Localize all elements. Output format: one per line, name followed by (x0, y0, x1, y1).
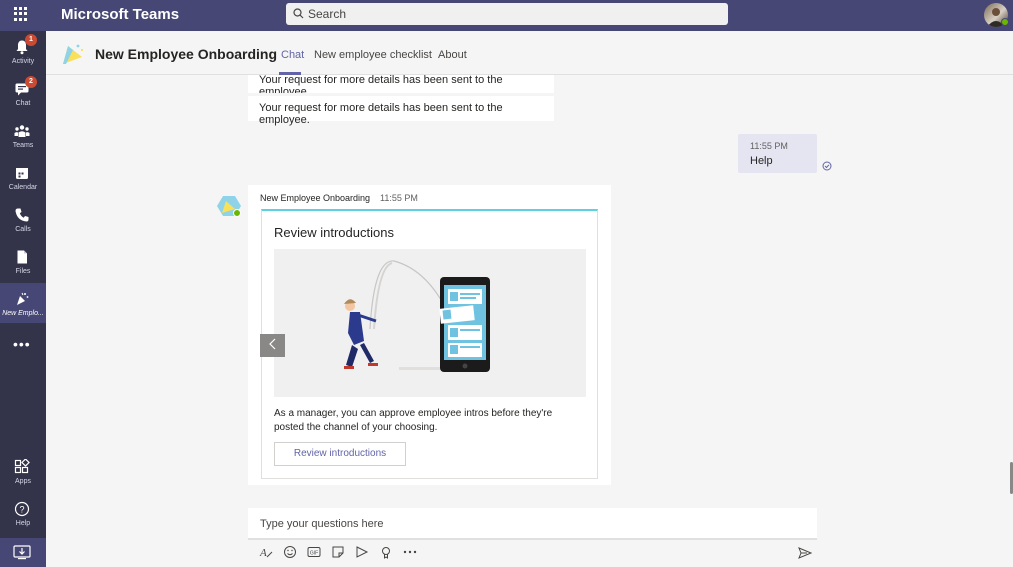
presence-available-icon (233, 209, 241, 217)
gif-icon[interactable]: GIF (307, 545, 321, 559)
review-introductions-button[interactable]: Review introductions (274, 442, 406, 466)
rail-item-files[interactable]: Files (0, 241, 46, 281)
bot-notice-message: Your request for more details has been s… (248, 75, 554, 93)
svg-text:GIF: GIF (310, 551, 318, 557)
bot-notice-text: Your request for more details has been s… (259, 75, 503, 93)
bot-notice-text: Your request for more details has been s… (259, 102, 503, 126)
seen-check-icon (822, 161, 832, 171)
party-popper-icon (17, 292, 29, 305)
title-bar: Microsoft Teams Search (0, 0, 1013, 31)
app-launcher-icon[interactable] (14, 7, 28, 21)
rail-item-calendar[interactable]: Calendar (0, 157, 46, 197)
search-box[interactable]: Search (286, 3, 728, 25)
rail-label-teams: Teams (12, 142, 34, 149)
rail-item-apps[interactable]: Apps (0, 451, 46, 491)
svg-text:A: A (259, 547, 267, 559)
calendar-icon (16, 168, 28, 179)
chevron-left-icon (268, 338, 275, 350)
card-title: Review introductions (274, 225, 394, 240)
my-message: 11:55 PM Help (738, 134, 817, 173)
onboarding-bot-icon (63, 44, 84, 64)
rail-label-calendar: Calendar (8, 184, 38, 191)
card-description: As a manager, you can approve employee i… (274, 408, 553, 433)
help-icon: ? (14, 501, 30, 517)
rail-item-chat[interactable]: 2 Chat (0, 73, 46, 113)
tab-new-employee-checklist[interactable]: New employee checklist (314, 49, 432, 61)
file-icon (17, 250, 27, 264)
activity-badge: 1 (25, 34, 37, 46)
app-rail: 1 Activity 2 Chat Teams Calendar Calls F… (0, 31, 46, 567)
channel-title: New Employee Onboarding (95, 46, 278, 62)
compose-placeholder: Type your questions here (260, 518, 384, 530)
fishing-phone-illustration (344, 260, 490, 372)
card-illustration (260, 249, 586, 397)
channel-header: New Employee Onboarding Chat New employe… (46, 31, 1013, 75)
adaptive-card: Review introductions As a manager, you c… (260, 209, 598, 479)
svg-text:?: ? (19, 505, 24, 515)
apps-icon (14, 459, 30, 474)
bot-notice-message: Your request for more details has been s… (248, 96, 554, 126)
app-title: Microsoft Teams (61, 6, 180, 23)
presence-available-icon (1001, 18, 1009, 26)
rail-label-apps: Apps (15, 478, 31, 485)
rail-label-calls: Calls (15, 226, 31, 233)
rail-item-calls[interactable]: Calls (0, 199, 46, 239)
rail-item-activity[interactable]: 1 Activity (0, 31, 46, 71)
message-text: Help (750, 155, 773, 167)
rail-label-new-employee: New Emplo... (2, 310, 44, 317)
message-timestamp: 11:55 PM (750, 141, 788, 151)
rail-label-help: Help (15, 520, 31, 527)
praise-icon[interactable] (379, 545, 393, 559)
download-icon (13, 545, 31, 560)
more-apps-icon[interactable]: ••• (13, 337, 33, 351)
phone-icon (15, 208, 29, 222)
message-timestamp: 11:55 PM (380, 193, 418, 203)
chat-badge: 2 (25, 76, 37, 88)
teams-icon (14, 125, 30, 137)
rail-item-new-employee-onboarding[interactable]: New Emplo... (0, 283, 46, 323)
search-icon (293, 8, 304, 19)
bot-card-message: New Employee Onboarding 11:55 PM Review … (248, 185, 611, 485)
tab-chat[interactable]: Chat (281, 49, 304, 61)
tab-about[interactable]: About (438, 49, 467, 61)
meet-now-icon[interactable] (355, 545, 369, 559)
message-sender: New Employee Onboarding (260, 193, 371, 203)
sticker-icon[interactable] (331, 545, 345, 559)
rail-label-files: Files (15, 268, 31, 275)
more-options-icon[interactable] (403, 545, 417, 559)
format-icon[interactable]: A (259, 545, 273, 559)
search-placeholder: Search (308, 7, 347, 21)
rail-label-activity: Activity (11, 58, 35, 65)
rail-item-teams[interactable]: Teams (0, 115, 46, 155)
send-icon[interactable] (798, 546, 812, 560)
rail-label-chat: Chat (15, 100, 31, 107)
rail-item-help[interactable]: ? Help (0, 493, 46, 533)
download-app-button[interactable] (0, 538, 46, 567)
emoji-icon[interactable] (283, 545, 297, 559)
compose-box[interactable]: Type your questions here (248, 508, 817, 540)
carousel-previous-button[interactable] (260, 334, 285, 357)
